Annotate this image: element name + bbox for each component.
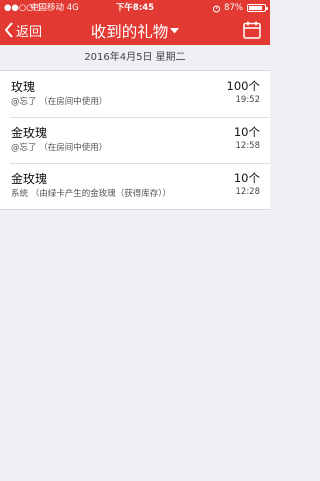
gift-count: 10个 <box>233 125 260 139</box>
battery-percent: 87% <box>224 3 243 13</box>
gift-row[interactable]: 金玫瑰 系统 （由绿卡产生的金玫瑰（获得库存）） 10个 12:28 <box>0 163 270 209</box>
battery-icon <box>247 4 268 12</box>
page-title: 收到的礼物 <box>90 22 169 41</box>
date-header: 2016年4月5日 星期二 <box>84 52 186 63</box>
status-bar: ●●○○○ 中国移动 4G 下午8:45 87% <box>0 0 270 16</box>
gift-source: @忘了 （在房间中使用） <box>11 97 108 107</box>
gift-list: 玫瑰 @忘了 （在房间中使用） 100个 19:52 金玫瑰 @忘了 （在房间中… <box>0 70 270 210</box>
gift-source: 系统 （由绿卡产生的金玫瑰（获得库存）） <box>11 189 171 199</box>
gift-count: 10个 <box>233 171 260 185</box>
nav-bar: 返回 收到的礼物 <box>0 16 270 45</box>
gift-name: 金玫瑰 <box>11 172 48 186</box>
gift-source: @忘了 （在房间中使用） <box>11 143 108 153</box>
gift-name: 金玫瑰 <box>11 126 48 140</box>
gift-name: 玫瑰 <box>11 80 36 94</box>
gift-time: 12:58 <box>235 141 261 151</box>
caret-down-icon <box>170 27 180 33</box>
gift-row[interactable]: 金玫瑰 @忘了 （在房间中使用） 10个 12:58 <box>0 117 270 163</box>
alarm-icon <box>213 5 221 12</box>
gift-count: 100个 <box>226 79 260 93</box>
gift-time: 19:52 <box>235 95 261 105</box>
app-header: ●●○○○ 中国移动 4G 下午8:45 87% 返回 收到的礼物 <box>0 0 270 45</box>
calendar-icon[interactable] <box>242 20 262 40</box>
status-right: 87% <box>213 0 268 16</box>
gift-row[interactable]: 玫瑰 @忘了 （在房间中使用） 100个 19:52 <box>0 71 270 117</box>
gift-time: 12:28 <box>235 187 261 197</box>
title-dropdown[interactable]: 收到的礼物 <box>0 16 270 45</box>
battery-fill <box>249 6 263 10</box>
